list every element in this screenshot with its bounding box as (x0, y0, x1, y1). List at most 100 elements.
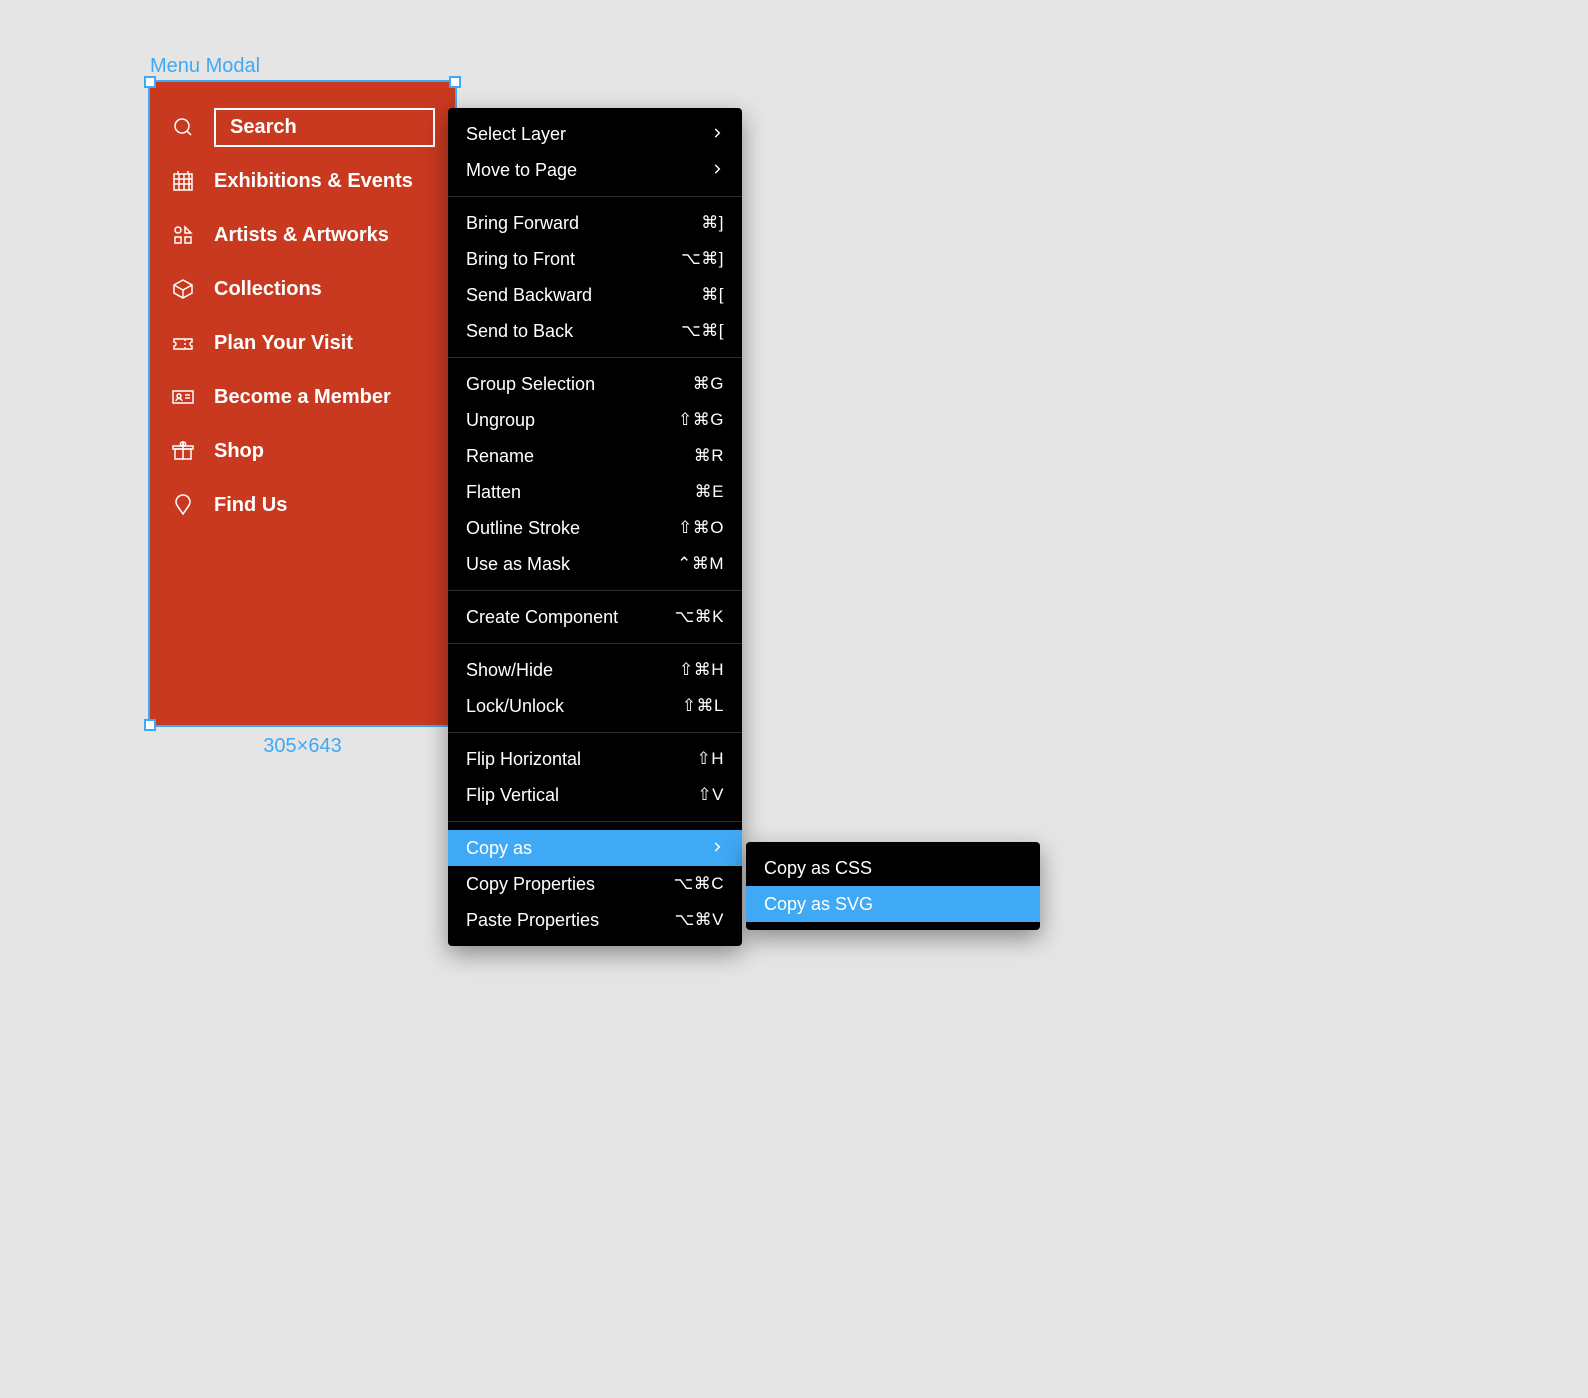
context-menu-shortcut: ⌘G (693, 374, 724, 394)
context-menu-item[interactable]: Move to Page (448, 152, 742, 188)
menu-item-label: Become a Member (214, 386, 391, 409)
resize-handle-top-left[interactable] (144, 76, 156, 88)
context-menu-item[interactable]: Flip Horizontal ⇧H (448, 741, 742, 777)
context-menu-item-label: Copy Properties (466, 874, 595, 895)
menu-item-artists[interactable]: Artists & Artworks (170, 208, 435, 262)
context-menu-shortcut: ⌘[ (701, 285, 724, 305)
menu-item-label: Shop (214, 440, 264, 463)
menu-item-search[interactable]: Search (170, 100, 435, 154)
context-menu-shortcut: ⌃⌘M (677, 554, 724, 574)
context-menu-item[interactable]: Bring to Front ⌥⌘] (448, 241, 742, 277)
context-menu-item-label: Select Layer (466, 124, 566, 145)
menu-item-label: Plan Your Visit (214, 332, 353, 355)
context-menu-item-label: Paste Properties (466, 910, 599, 931)
shapes-icon (170, 222, 196, 248)
chevron-right-icon (710, 124, 724, 145)
context-menu-item-label: Send Backward (466, 285, 592, 306)
id-card-icon (170, 384, 196, 410)
context-menu-item[interactable]: Copy as CSS (746, 850, 1040, 886)
context-menu-shortcut: ⇧V (697, 785, 724, 805)
context-menu-separator (448, 590, 742, 591)
context-menu-shortcut: ⇧⌘L (682, 696, 724, 716)
frame-label[interactable]: Menu Modal (150, 55, 260, 78)
context-menu-item[interactable]: Flip Vertical ⇧V (448, 777, 742, 813)
context-menu-item-label: Ungroup (466, 410, 535, 431)
context-menu-item-label: Copy as CSS (764, 858, 872, 879)
chevron-right-icon (710, 160, 724, 181)
context-menu-item[interactable]: Group Selection ⌘G (448, 366, 742, 402)
context-menu-item-label: Flip Horizontal (466, 749, 581, 770)
context-menu-item[interactable]: Ungroup ⇧⌘G (448, 402, 742, 438)
context-menu-item[interactable]: Rename ⌘R (448, 438, 742, 474)
context-menu-shortcut: ⌘R (694, 446, 724, 466)
context-menu-separator (448, 196, 742, 197)
ticket-icon (170, 330, 196, 356)
menu-item-plan-visit[interactable]: Plan Your Visit (170, 316, 435, 370)
frame-menu-modal[interactable]: Search Exhibitions & Events Artists & Ar… (150, 82, 455, 725)
context-menu-separator (448, 357, 742, 358)
menu-item-shop[interactable]: Shop (170, 424, 435, 478)
menu-list: Search Exhibitions & Events Artists & Ar… (150, 82, 455, 532)
context-menu-item[interactable]: Flatten ⌘E (448, 474, 742, 510)
context-menu-item-label: Use as Mask (466, 554, 570, 575)
gift-icon (170, 438, 196, 464)
menu-item-label: Exhibitions & Events (214, 170, 413, 193)
search-icon (170, 114, 196, 140)
context-menu-item-label: Move to Page (466, 160, 577, 181)
context-menu-shortcut: ⌥⌘V (675, 910, 724, 930)
chevron-right-icon (710, 838, 724, 859)
context-menu-shortcut: ⌘] (701, 213, 724, 233)
context-menu-item[interactable]: Send Backward ⌘[ (448, 277, 742, 313)
cube-icon (170, 276, 196, 302)
context-menu-item-label: Lock/Unlock (466, 696, 564, 717)
context-menu-item-label: Copy as (466, 838, 532, 859)
menu-item-label: Collections (214, 278, 322, 301)
context-menu-item-label: Show/Hide (466, 660, 553, 681)
context-menu-item[interactable]: Use as Mask ⌃⌘M (448, 546, 742, 582)
context-menu-item-label: Rename (466, 446, 534, 467)
context-menu-shortcut: ⇧H (696, 749, 724, 769)
context-menu-shortcut: ⌥⌘] (681, 249, 724, 269)
context-menu-item-label: Bring to Front (466, 249, 575, 270)
context-menu-item-label: Bring Forward (466, 213, 579, 234)
context-menu-item-label: Copy as SVG (764, 894, 873, 915)
context-menu: Select LayerMove to PageBring Forward⌘]B… (448, 108, 742, 946)
context-menu-item[interactable]: Copy as SVG (746, 886, 1040, 922)
context-menu-separator (448, 643, 742, 644)
context-menu-item-label: Outline Stroke (466, 518, 580, 539)
selection-dimensions: 305×643 (150, 735, 455, 758)
resize-handle-top-right[interactable] (449, 76, 461, 88)
context-menu-item[interactable]: Create Component ⌥⌘K (448, 599, 742, 635)
context-menu-shortcut: ⇧⌘G (678, 410, 724, 430)
context-menu-item-label: Create Component (466, 607, 618, 628)
context-menu-shortcut: ⌥⌘[ (681, 321, 724, 341)
context-menu-shortcut: ⌥⌘K (675, 607, 724, 627)
context-menu-item[interactable]: Copy Properties ⌥⌘C (448, 866, 742, 902)
context-menu-item-label: Group Selection (466, 374, 595, 395)
context-submenu: Copy as CSS Copy as SVG (746, 842, 1040, 930)
context-menu-item[interactable]: Select Layer (448, 116, 742, 152)
resize-handle-bottom-left[interactable] (144, 719, 156, 731)
context-menu-item[interactable]: Lock/Unlock ⇧⌘L (448, 688, 742, 724)
menu-item-label: Artists & Artworks (214, 224, 389, 247)
context-menu-item-label: Send to Back (466, 321, 573, 342)
context-menu-item-label: Flatten (466, 482, 521, 503)
menu-item-member[interactable]: Become a Member (170, 370, 435, 424)
context-menu-shortcut: ⇧⌘H (679, 660, 724, 680)
context-menu-item[interactable]: Copy as (448, 830, 742, 866)
menu-item-collections[interactable]: Collections (170, 262, 435, 316)
menu-item-label: Find Us (214, 494, 287, 517)
context-menu-item[interactable]: Send to Back ⌥⌘[ (448, 313, 742, 349)
context-menu-item[interactable]: Show/Hide ⇧⌘H (448, 652, 742, 688)
search-input[interactable]: Search (214, 108, 435, 147)
calendar-icon (170, 168, 196, 194)
context-menu-separator (448, 732, 742, 733)
context-menu-shortcut: ⌘E (695, 482, 724, 502)
context-menu-item[interactable]: Outline Stroke⇧⌘O (448, 510, 742, 546)
context-menu-shortcut: ⌥⌘C (674, 874, 724, 894)
menu-item-exhibitions[interactable]: Exhibitions & Events (170, 154, 435, 208)
context-menu-item[interactable]: Paste Properties ⌥⌘V (448, 902, 742, 938)
context-menu-item-label: Flip Vertical (466, 785, 559, 806)
context-menu-item[interactable]: Bring Forward ⌘] (448, 205, 742, 241)
menu-item-find-us[interactable]: Find Us (170, 478, 435, 532)
